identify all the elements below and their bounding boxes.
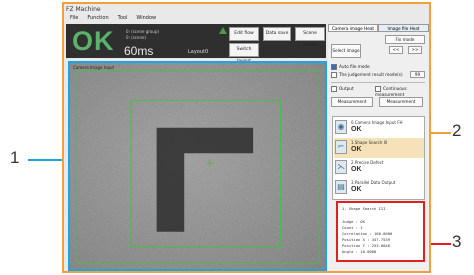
scene-info: 0: (scene) [126, 35, 147, 40]
precise-defect-icon: ⋋ [335, 160, 347, 174]
output-option[interactable]: Output [331, 86, 354, 92]
auto-file-mode-label: Auto file mode [339, 64, 370, 69]
callout-3: 3 [452, 232, 462, 251]
measurement-button[interactable]: Measurement [331, 97, 373, 107]
callout-1: 1 [10, 148, 20, 167]
judgement-mode-checkbox[interactable] [331, 72, 337, 78]
fix-mode-button[interactable]: Fix mode [385, 35, 425, 44]
select-image-button[interactable]: Select image [331, 44, 361, 58]
processing-time: 60ms [124, 44, 154, 58]
list-item[interactable]: ◉ 0.Camera Image Input FH OK [334, 118, 424, 138]
detail-result-pane: 1. Shape Search III Judge : OK Count : 1… [336, 201, 425, 262]
prev-image-button[interactable]: << [389, 46, 403, 54]
list-item[interactable]: ▤ 3.Parallel Data Output OK [334, 178, 424, 198]
judgement-mode-label: The judgement result mode(s) [339, 72, 403, 77]
result-line: 1. Shape Search III [342, 206, 386, 211]
auto-file-mode-option[interactable]: Auto file mode [331, 64, 370, 70]
layout-label: Layout0 [188, 49, 209, 55]
list-item-status: OK [351, 166, 362, 173]
status-header: OK 0: (scene group) 0: (scene) 60ms Layo… [66, 24, 326, 64]
list-item-title: 2.Precise Defect [351, 160, 384, 165]
output-checkbox[interactable] [331, 86, 337, 92]
result-line: Angle : 10.0000 [342, 249, 377, 254]
list-item-status: OK [351, 186, 362, 193]
overall-judgement: OK [72, 26, 115, 56]
menu-file[interactable]: File [70, 14, 78, 23]
divider [331, 82, 425, 83]
tab-image-file[interactable]: Image file Heat [378, 24, 429, 32]
list-item-title: 1.Shape Search III [351, 140, 388, 145]
result-line: Judge : OK [342, 219, 365, 224]
result-line: Correlation : 100.0000 [342, 231, 393, 236]
camera-image [70, 63, 325, 269]
tab-camera-image[interactable]: Camera image Heat [328, 24, 378, 32]
list-item[interactable]: ⋋ 2.Precise Defect OK [334, 158, 424, 178]
continuous-measurement-option[interactable]: Continuous measurement [375, 86, 429, 97]
judgement-mode-option[interactable]: The judgement result mode(s) [331, 72, 403, 78]
measurement-button-2[interactable]: Measurement [379, 97, 423, 107]
warning-icon [219, 27, 227, 34]
image-pane-label: Camera Image Input [73, 65, 115, 70]
image-display-pane[interactable]: Camera Image Input [68, 61, 327, 271]
scene-switch-button[interactable]: Scene switch [295, 27, 325, 48]
camera-icon: ◉ [335, 120, 347, 134]
result-line: Position X : 347.7539 [342, 237, 391, 242]
window-title: FZ Machine [66, 6, 101, 13]
menu-tool[interactable]: Tool [118, 14, 128, 23]
shape-search-icon: ⌐ [335, 140, 347, 154]
judgement-mode-select[interactable]: 99 [410, 71, 425, 78]
auto-file-mode-checkbox[interactable] [331, 64, 337, 70]
list-item-title: 0.Camera Image Input FH [351, 120, 403, 125]
next-image-button[interactable]: >> [408, 46, 422, 54]
switch-layout-button[interactable]: Switch layout [229, 43, 259, 64]
menu-function[interactable]: Function [87, 14, 108, 23]
result-line: Count : 1 [342, 225, 363, 230]
output-icon: ▤ [335, 180, 347, 194]
menu-bar: File Function Tool Window [66, 14, 427, 23]
menu-window[interactable]: Window [136, 14, 156, 23]
scene-group-info: 0: (scene group) [126, 29, 159, 34]
callout-2: 2 [452, 121, 462, 140]
data-save-button[interactable]: Data save [263, 27, 291, 41]
result-line: Position Y : 253.0046 [342, 243, 391, 248]
processing-unit-list: ◉ 0.Camera Image Input FH OK ⌐ 1.Shape S… [332, 116, 425, 200]
edit-flow-button[interactable]: Edit flow [229, 27, 259, 41]
list-item-status: OK [351, 146, 362, 153]
output-label: Output [339, 86, 354, 91]
list-item-status: OK [351, 126, 362, 133]
list-item-title: 3.Parallel Data Output [351, 180, 396, 185]
list-item[interactable]: ⌐ 1.Shape Search III OK [334, 138, 424, 158]
